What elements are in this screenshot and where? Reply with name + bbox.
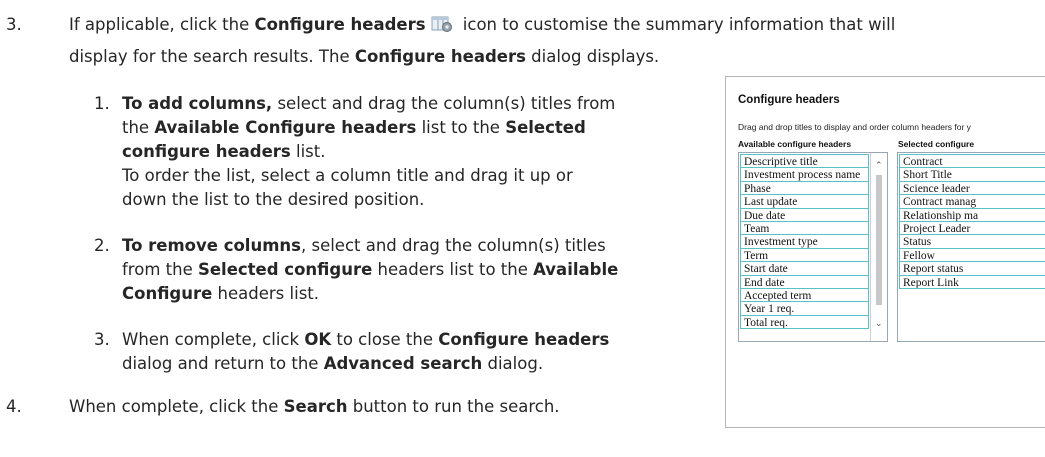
- scroll-thumb[interactable]: [876, 175, 882, 305]
- list-item[interactable]: Total req.: [740, 314, 869, 330]
- selected-headers-list[interactable]: Contract Short Title Science leader Contrac…: [897, 152, 1045, 342]
- dialog-instruction: Drag and drop titles to display and orde…: [738, 122, 971, 132]
- list-item[interactable]: Contract: [899, 154, 1045, 169]
- list-item[interactable]: Report Link: [899, 274, 1045, 289]
- step4-line: When complete, click the Search button t…: [69, 397, 560, 416]
- list-item[interactable]: Investment process name: [740, 167, 869, 182]
- sub3-line1: When complete, click OK to close the Con…: [122, 330, 610, 349]
- list-item[interactable]: Status: [899, 234, 1045, 249]
- step3-line1: If applicable, click the Configure heade…: [69, 15, 896, 34]
- list-item[interactable]: Science leader: [899, 180, 1045, 196]
- step-number: 4.: [6, 397, 22, 416]
- sub1-line4: To order the list, select a column title…: [122, 166, 573, 185]
- list-item[interactable]: Last update: [740, 194, 869, 209]
- list-item[interactable]: Report status: [899, 261, 1045, 276]
- list-item[interactable]: Fellow: [899, 247, 1045, 263]
- substep-number: 1.: [94, 94, 110, 113]
- list-item[interactable]: Descriptive title: [740, 154, 869, 169]
- available-headers-list[interactable]: Descriptive title Investment process name…: [738, 152, 888, 342]
- sub3-line2: dialog and return to the Advanced search…: [122, 354, 544, 373]
- dialog-title: Configure headers: [738, 94, 840, 106]
- sub1-line3: configure headers list.: [122, 142, 326, 161]
- document-page: 3. If applicable, click the Configure he…: [0, 0, 1045, 457]
- sub1-line1: To add columns, select and drag the colu…: [122, 94, 616, 113]
- list-item[interactable]: Project Leader: [899, 220, 1045, 236]
- list-item[interactable]: Investment type: [740, 234, 869, 249]
- list-item[interactable]: Year 1 req.: [740, 301, 869, 316]
- list-item[interactable]: Start date: [740, 261, 869, 276]
- substep-number: 2.: [94, 236, 110, 255]
- list-item[interactable]: Contract manag: [899, 194, 1045, 209]
- scrollbar[interactable]: ⌃ ⌄: [870, 153, 887, 341]
- sub1-line2: the Available Configure headers list to …: [122, 118, 586, 137]
- sub2-line1: To remove columns, select and drag the c…: [122, 236, 606, 255]
- step-number: 3.: [6, 15, 22, 34]
- available-headers-label: Available configure headers: [738, 139, 852, 149]
- sub2-line3: Configure headers list.: [122, 284, 320, 303]
- list-item[interactable]: Phase: [740, 180, 869, 196]
- list-item[interactable]: Term: [740, 247, 869, 263]
- scroll-up-icon[interactable]: ⌃: [875, 161, 883, 170]
- scroll-down-icon[interactable]: ⌄: [875, 319, 883, 328]
- configure-headers-icon[interactable]: [430, 15, 454, 33]
- selected-headers-label: Selected configure: [898, 139, 975, 149]
- sub1-line5: down the list to the desired position.: [122, 190, 425, 209]
- sub2-line2: from the Selected configure headers list…: [122, 260, 619, 279]
- list-item[interactable]: Relationship ma: [899, 207, 1045, 222]
- configure-headers-dialog: Configure headers Drag and drop titles t…: [725, 76, 1045, 428]
- list-item[interactable]: Team: [740, 220, 869, 236]
- list-item[interactable]: Short Title: [899, 167, 1045, 182]
- list-item[interactable]: Accepted term: [740, 287, 869, 303]
- list-item[interactable]: Due date: [740, 207, 869, 222]
- substep-number: 3.: [94, 330, 110, 349]
- list-item[interactable]: End date: [740, 274, 869, 289]
- step3-line2: display for the search results. The Conf…: [69, 47, 660, 66]
